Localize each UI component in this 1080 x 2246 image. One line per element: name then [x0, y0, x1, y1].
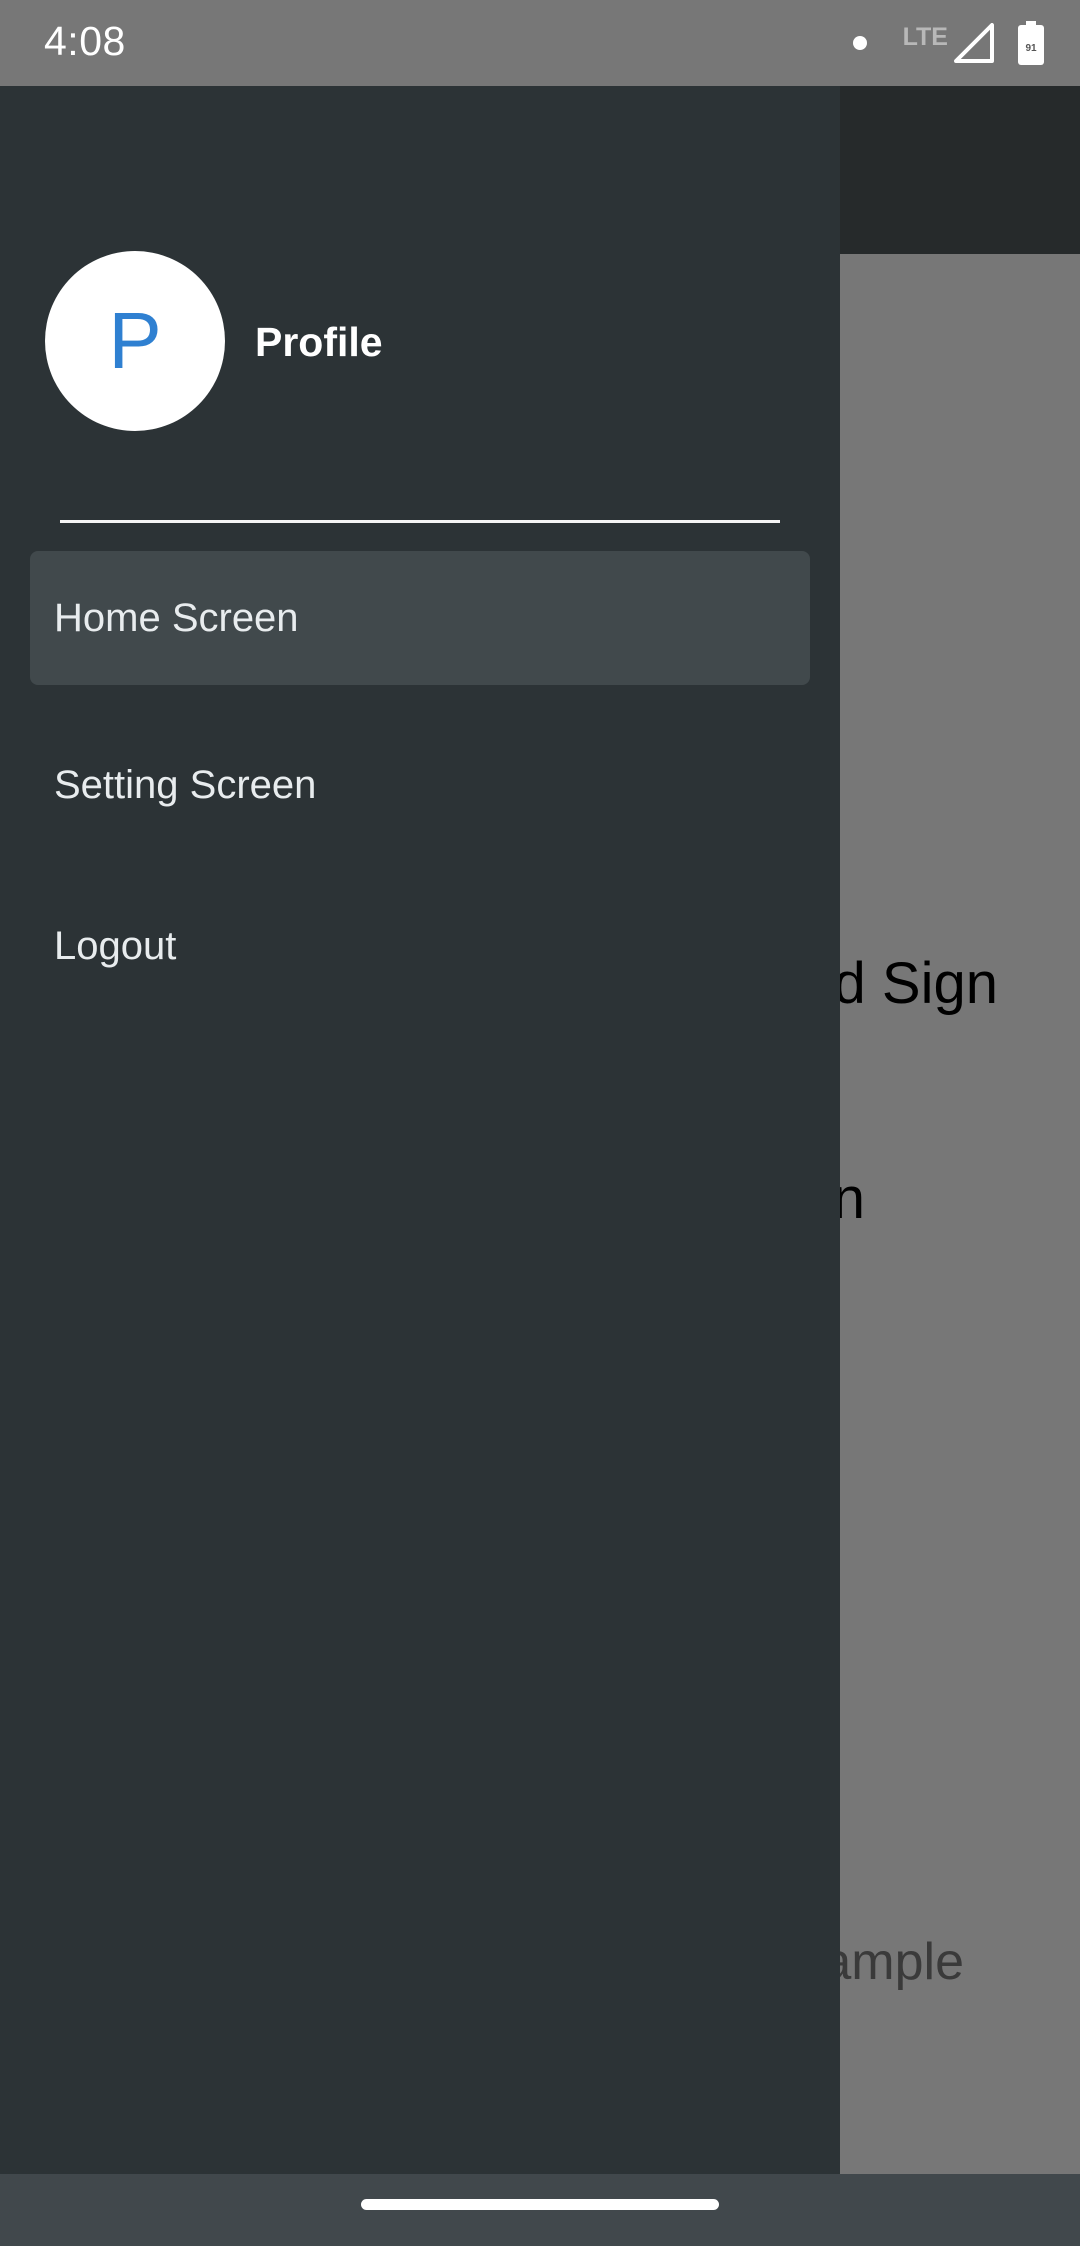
status-icons: LTE 91 [852, 20, 1044, 66]
lte-icon: LTE [902, 22, 948, 51]
drawer-item-setting-screen[interactable]: Setting Screen [30, 718, 810, 852]
drawer-item-label: Logout [54, 923, 177, 968]
home-gesture-handle[interactable] [361, 2199, 719, 2210]
drawer-item-logout[interactable]: Logout [30, 879, 810, 1013]
cell-signal-icon [954, 23, 994, 63]
status-bar: 4:08 LTE 91 [0, 0, 1080, 86]
system-navigation-bar [0, 2174, 1080, 2246]
status-time: 4:08 [44, 18, 126, 64]
navigation-drawer: P Profile Home Screen Setting Screen Log… [0, 86, 840, 2174]
screen: d Sign n ample 4:08 LTE 91 P Profile Hom… [0, 0, 1080, 2246]
profile-avatar[interactable]: P [45, 251, 225, 431]
avatar-letter: P [108, 296, 162, 385]
drawer-item-label: Home Screen [54, 595, 299, 640]
drawer-item-label: Setting Screen [54, 762, 317, 807]
notification-dot-icon [852, 36, 867, 50]
battery-icon: 91 [1018, 21, 1044, 65]
battery-level: 91 [1025, 43, 1037, 54]
drawer-divider [60, 520, 780, 523]
drawer-item-home-screen[interactable]: Home Screen [30, 551, 810, 685]
profile-label[interactable]: Profile [255, 319, 383, 366]
